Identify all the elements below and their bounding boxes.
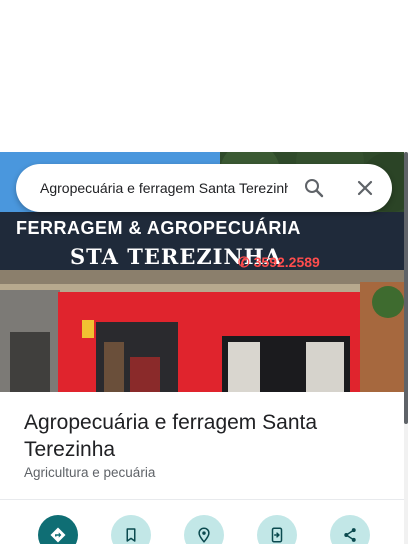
- store-sign-line1: FERRAGEM & AGROPECUÁRIA: [16, 218, 301, 238]
- search-input[interactable]: Agropecuária e ferragem Santa Terezinha: [40, 180, 288, 196]
- directions-icon: [50, 527, 66, 543]
- send-to-phone-button[interactable]: [257, 515, 297, 544]
- blank-area: [0, 0, 408, 152]
- close-icon[interactable]: [353, 176, 377, 200]
- directions-button[interactable]: [38, 515, 78, 544]
- divider: [0, 499, 404, 500]
- store-sign-phone: ✆ 3592.2589: [238, 254, 320, 270]
- send-to-phone-icon: [271, 527, 283, 543]
- place-title: Agropecuária e ferragem Santa Terezinha: [24, 411, 318, 461]
- nearby-button[interactable]: [184, 515, 224, 544]
- share-icon: [344, 528, 356, 542]
- nearby-icon: [198, 527, 210, 543]
- search-icon[interactable]: [302, 176, 326, 200]
- search-bar[interactable]: Agropecuária e ferragem Santa Terezinha: [16, 164, 392, 212]
- place-category: Agricultura e pecuária: [24, 465, 156, 480]
- place-info-panel: Agropecuária e ferragem Santa Terezinha …: [0, 392, 404, 544]
- save-button[interactable]: [111, 515, 151, 544]
- save-bookmark-icon: [126, 528, 136, 542]
- share-button[interactable]: [330, 515, 370, 544]
- scrollbar-thumb[interactable]: [404, 152, 408, 424]
